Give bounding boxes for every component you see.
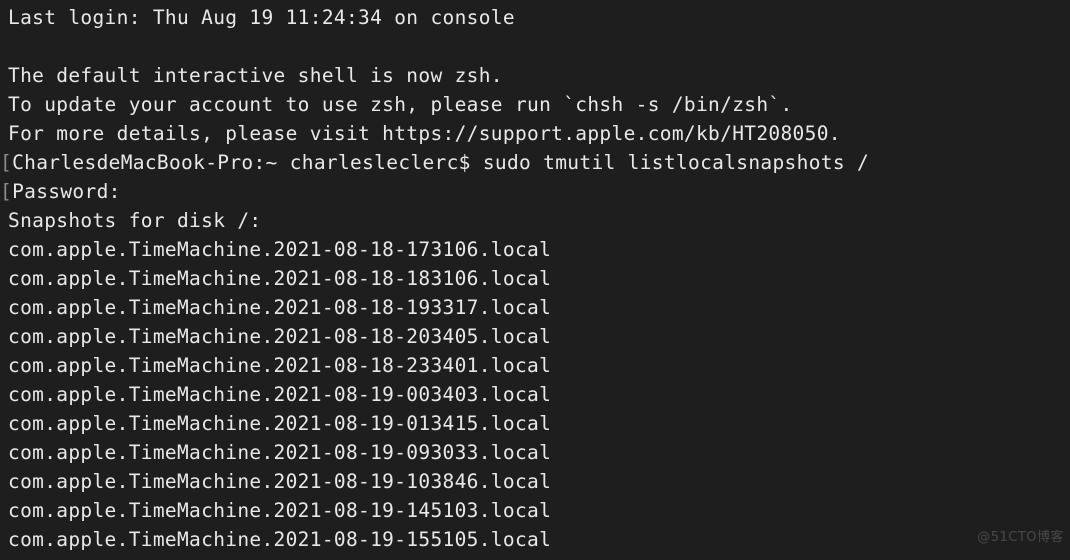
snapshot-line: com.apple.TimeMachine.2021-08-19-093033.… <box>8 441 552 464</box>
password-prompt-line[interactable]: [Password: <box>0 177 1070 206</box>
snapshot-line: com.apple.TimeMachine.2021-08-18-233401.… <box>8 354 552 377</box>
shell-notice-line-1: The default interactive shell is now zsh… <box>8 64 503 87</box>
command-text: sudo tmutil listlocalsnapshots / <box>482 151 870 174</box>
terminal-window[interactable]: Last login: Thu Aug 19 11:24:34 on conso… <box>0 0 1070 560</box>
prompt-bookmark-marker: [ <box>0 151 13 174</box>
shell-notice-line-3: For more details, please visit https://s… <box>8 122 841 145</box>
snapshot-line: com.apple.TimeMachine.2021-08-19-145103.… <box>8 499 552 522</box>
snapshot-line: com.apple.TimeMachine.2021-08-18-173106.… <box>8 238 552 261</box>
snapshot-line: com.apple.TimeMachine.2021-08-19-013415.… <box>8 412 552 435</box>
snapshot-line: com.apple.TimeMachine.2021-08-19-155105.… <box>8 528 552 551</box>
snapshot-line: com.apple.TimeMachine.2021-08-18-183106.… <box>8 267 552 290</box>
command-prompt-line[interactable]: [CharlesdeMacBook-Pro:~ charlesleclerc$ … <box>0 148 1070 177</box>
shell-notice-line-2: To update your account to use zsh, pleas… <box>8 93 793 116</box>
snapshot-line: com.apple.TimeMachine.2021-08-18-193317.… <box>8 296 552 319</box>
snapshot-line: com.apple.TimeMachine.2021-08-19-103846.… <box>8 470 552 493</box>
password-prompt-label: Password: <box>12 180 121 203</box>
terminal-output-area[interactable]: Last login: Thu Aug 19 11:24:34 on conso… <box>0 0 1070 560</box>
password-bookmark-marker: [ <box>0 180 13 203</box>
snapshot-line: com.apple.TimeMachine.2021-08-19-172035.… <box>0 554 1070 560</box>
shell-prompt: CharlesdeMacBook-Pro:~ charlesleclerc$ <box>12 151 483 174</box>
snapshot-line: com.apple.TimeMachine.2021-08-19-003403.… <box>8 383 552 406</box>
snapshots-header-line: Snapshots for disk /: <box>8 209 262 232</box>
snapshot-line: com.apple.TimeMachine.2021-08-18-203405.… <box>8 325 552 348</box>
last-login-line: Last login: Thu Aug 19 11:24:34 on conso… <box>8 6 515 29</box>
